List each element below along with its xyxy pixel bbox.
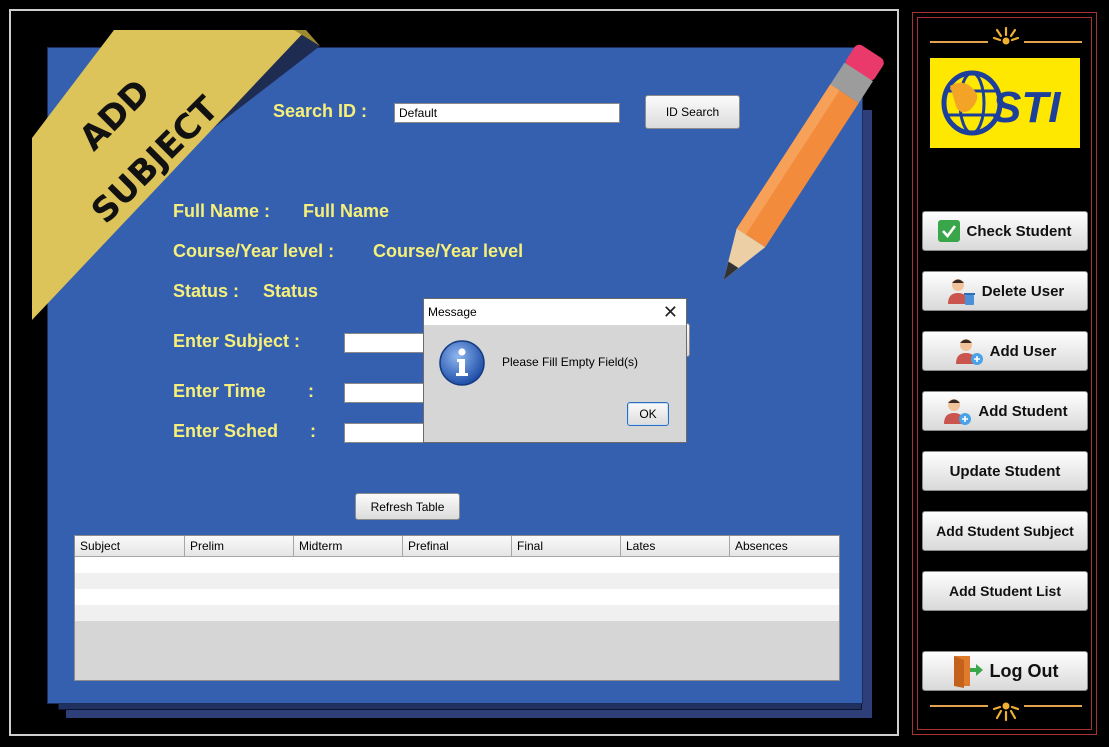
enter-time-label: Enter Time: [173, 381, 266, 401]
column-header-final[interactable]: Final: [512, 536, 621, 557]
full-name-label: Full Name :: [173, 201, 271, 221]
refresh-table-button[interactable]: Refresh Table: [355, 493, 460, 520]
dialog-message: Please Fill Empty Field(s): [502, 355, 639, 369]
column-header-absences[interactable]: Absences: [730, 536, 839, 557]
subject-table[interactable]: Subject Prelim Midterm Prefinal Final La…: [74, 535, 840, 681]
update-student-label: Update Student: [949, 462, 1061, 480]
table-row[interactable]: [75, 605, 839, 621]
log-out-label: Log Out: [989, 660, 1059, 681]
full-name-value: Full Name: [303, 201, 390, 221]
column-header-subject[interactable]: Subject: [75, 536, 185, 557]
logout-icon: [953, 656, 983, 688]
enter-sched-colon: :: [310, 421, 316, 441]
add-user-icon: [955, 339, 983, 365]
dialog-body: Please Fill Empty Field(s) OK: [424, 325, 686, 442]
ornament-line: [1024, 41, 1082, 43]
table-row[interactable]: [75, 573, 839, 589]
add-user-label: Add User: [989, 342, 1057, 360]
sun-ornament-icon: [992, 702, 1020, 722]
add-student-list-button[interactable]: Add Student List: [922, 571, 1088, 611]
sti-logo-text: STI: [992, 83, 1061, 132]
ok-button[interactable]: OK: [627, 402, 669, 426]
search-id-label: Search ID :: [273, 101, 368, 121]
column-header-prelim[interactable]: Prelim: [185, 536, 294, 557]
log-out-button[interactable]: Log Out: [922, 651, 1088, 691]
column-header-lates[interactable]: Lates: [621, 536, 730, 557]
enter-time-colon: :: [308, 381, 314, 401]
enter-sched-label: Enter Sched: [173, 421, 279, 441]
add-student-icon: [944, 399, 972, 425]
pencil-illustration: [723, 44, 884, 280]
add-student-subject-label: Add Student Subject: [936, 523, 1074, 539]
message-dialog: Message ✕ Please Fill Empty Field(s) OK: [423, 298, 687, 443]
info-icon: [439, 340, 485, 386]
check-student-button[interactable]: Check Student: [922, 211, 1088, 251]
sched-input[interactable]: [344, 423, 426, 443]
delete-user-icon: [947, 279, 975, 305]
delete-user-label: Delete User: [981, 282, 1065, 300]
table-row[interactable]: [75, 589, 839, 605]
time-input[interactable]: [344, 383, 426, 403]
ornament-line: [930, 41, 988, 43]
check-icon: [938, 220, 961, 242]
sun-ornament-icon: [992, 26, 1020, 45]
add-student-label: Add Student: [978, 402, 1068, 420]
id-search-button[interactable]: ID Search: [645, 95, 740, 129]
course-year-label: Course/Year level :: [173, 241, 335, 261]
column-header-prefinal[interactable]: Prefinal: [403, 536, 512, 557]
table-row[interactable]: [75, 557, 839, 573]
sti-logo: STI: [930, 58, 1080, 148]
enter-subject-label: Enter Subject :: [173, 331, 301, 351]
ornament-line: [1024, 705, 1082, 707]
dialog-title: Message: [428, 305, 477, 319]
course-year-value: Course/Year level: [373, 241, 524, 261]
column-header-midterm[interactable]: Midterm: [294, 536, 403, 557]
status-value: Status: [263, 281, 319, 301]
globe-logo-icon: STI: [941, 70, 1061, 136]
delete-user-button[interactable]: Delete User: [922, 271, 1088, 311]
update-student-button[interactable]: Update Student: [922, 451, 1088, 491]
add-student-button[interactable]: Add Student: [922, 391, 1088, 431]
subject-input[interactable]: [344, 333, 426, 353]
ornament-line: [930, 705, 988, 707]
close-icon[interactable]: ✕: [663, 299, 678, 325]
add-user-button[interactable]: Add User: [922, 331, 1088, 371]
check-student-label: Check Student: [966, 222, 1072, 240]
search-id-input[interactable]: Default: [394, 103, 620, 123]
add-student-subject-button[interactable]: Add Student Subject: [922, 511, 1088, 551]
dialog-title-bar: Message ✕: [424, 299, 686, 325]
add-student-list-label: Add Student List: [949, 583, 1061, 599]
status-label: Status :: [173, 281, 240, 301]
